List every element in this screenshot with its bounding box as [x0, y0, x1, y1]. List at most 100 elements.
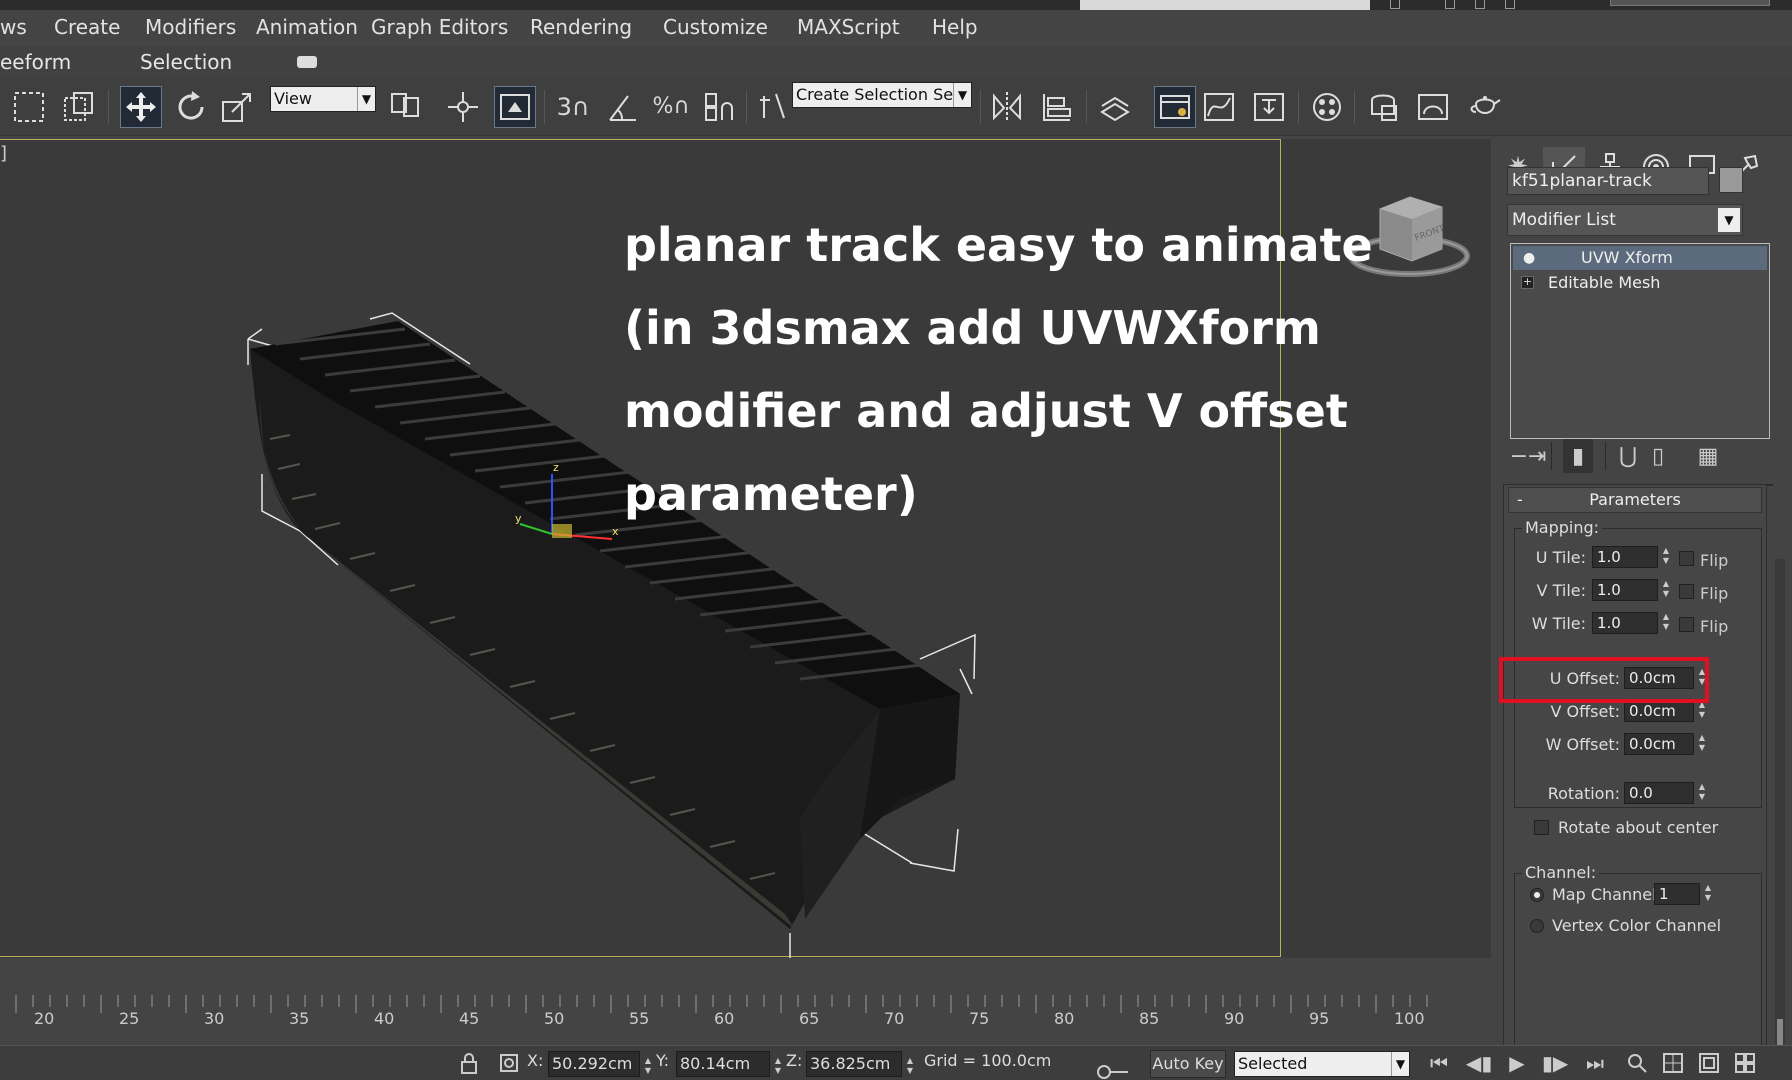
percent-snap-icon[interactable]: %∩: [650, 86, 692, 128]
search-field[interactable]: [1080, 0, 1370, 10]
object-color-swatch[interactable]: [1719, 167, 1743, 193]
spinner-snap-icon[interactable]: [698, 86, 740, 128]
y-spinner-arrows[interactable]: ▲ ▼: [772, 1056, 784, 1080]
binoculars-icon[interactable]: [1390, 0, 1400, 9]
material-editor-icon[interactable]: [1306, 86, 1348, 128]
render-frame-icon[interactable]: [1412, 86, 1454, 128]
render-setup-icon[interactable]: [1362, 86, 1404, 128]
menu-item-customize[interactable]: Customize: [663, 15, 768, 39]
absolute-mode-icon[interactable]: [496, 1050, 522, 1076]
menu-item-create[interactable]: Create: [54, 15, 120, 39]
snaps-3d-icon[interactable]: 3∩: [552, 86, 594, 128]
schematic-view-icon[interactable]: [1248, 86, 1290, 128]
pivot-center-icon[interactable]: [384, 86, 426, 128]
v-offset-spinner[interactable]: 0.0cm: [1624, 700, 1694, 722]
workspace-box[interactable]: [1610, 0, 1770, 6]
ribbon-toggle-button[interactable]: [297, 56, 317, 68]
parameters-rollout-header[interactable]: - Parameters: [1508, 487, 1762, 513]
menu-item-help[interactable]: Help: [932, 15, 978, 39]
key-filter-dropdown[interactable]: Selected ▼: [1234, 1051, 1410, 1077]
u-flip-checkbox[interactable]: [1679, 551, 1694, 566]
zoom-icon[interactable]: [1624, 1050, 1650, 1076]
go-to-start-icon[interactable]: ⏮: [1426, 1050, 1452, 1076]
v-flip-checkbox[interactable]: [1679, 584, 1694, 599]
menu-item-modifiers[interactable]: Modifiers: [145, 15, 236, 39]
map-channel-radio[interactable]: [1530, 888, 1544, 902]
make-unique-icon[interactable]: ⋃: [1613, 439, 1643, 473]
w-flip-checkbox[interactable]: [1679, 617, 1694, 632]
tab-selection[interactable]: Selection: [140, 50, 232, 74]
lock-icon[interactable]: [456, 1050, 482, 1076]
select-region-icon[interactable]: [8, 86, 50, 128]
named-selection-dropdown[interactable]: Create Selection Se ▼: [792, 82, 972, 108]
w-tile-spinner-arrows[interactable]: ▲ ▼: [1660, 612, 1672, 634]
object-name-field[interactable]: kf51planar-track: [1507, 167, 1709, 195]
x-spinner-arrows[interactable]: ▲ ▼: [642, 1056, 654, 1080]
w-offset-spinner-arrows[interactable]: ▲ ▼: [1696, 733, 1708, 755]
configure-modifier-sets-icon[interactable]: ▦: [1693, 439, 1723, 473]
rotation-spinner[interactable]: 0.0: [1624, 782, 1694, 804]
remove-modifier-icon[interactable]: ▯: [1643, 439, 1673, 473]
v-tile-spinner[interactable]: 1.0: [1592, 579, 1658, 601]
modifier-list-dropdown[interactable]: Modifier List ▼: [1507, 204, 1743, 236]
set-key-icon[interactable]: [1090, 1054, 1130, 1080]
menu-item-graph-editors[interactable]: Graph Editors: [371, 15, 508, 39]
rotate-icon[interactable]: [170, 86, 212, 128]
u-tile-spinner[interactable]: 1.0: [1592, 546, 1658, 568]
layer-explorer-icon[interactable]: [1094, 86, 1136, 128]
play-icon[interactable]: ▶: [1504, 1050, 1530, 1076]
auto-key-button[interactable]: Auto Key: [1150, 1050, 1226, 1078]
y-coord-field[interactable]: 80.14cm: [676, 1051, 770, 1077]
pin-stack-icon[interactable]: −⇥: [1510, 439, 1547, 473]
menu-item-maxscript[interactable]: MAXScript: [797, 15, 900, 39]
v-tile-spinner-arrows[interactable]: ▲ ▼: [1660, 579, 1672, 601]
rotation-spinner-arrows[interactable]: ▲ ▼: [1696, 782, 1708, 804]
window-crossing-icon[interactable]: [58, 86, 100, 128]
perspective-viewport[interactable]: ] z y x FRONT planar track easy to anima…: [0, 139, 1491, 958]
next-frame-icon[interactable]: ▮▶: [1542, 1050, 1568, 1076]
angle-snap-icon[interactable]: [602, 86, 644, 128]
move-icon[interactable]: [120, 86, 162, 128]
previous-frame-icon[interactable]: ◀▮: [1466, 1050, 1492, 1076]
map-channel-spinner[interactable]: 1: [1654, 883, 1700, 905]
command-panel-scrollbar[interactable]: [1775, 559, 1785, 1059]
scale-icon[interactable]: [216, 86, 258, 128]
z-coord-field[interactable]: 36.825cm: [806, 1051, 902, 1077]
stack-item-uvw-xform[interactable]: ● UVW Xform: [1513, 246, 1767, 270]
edit-named-selection-icon[interactable]: [752, 86, 794, 128]
v-offset-spinner-arrows[interactable]: ▲ ▼: [1696, 700, 1708, 722]
menu-item-ws[interactable]: ws: [0, 15, 27, 39]
reference-coord-dropdown[interactable]: View ▼: [270, 86, 376, 112]
vertex-color-radio[interactable]: [1530, 919, 1544, 933]
mirror-icon[interactable]: [986, 86, 1028, 128]
help-icon[interactable]: [1505, 0, 1515, 9]
show-end-result-icon[interactable]: ▮: [1563, 439, 1593, 473]
zoom-all-icon[interactable]: [1696, 1050, 1722, 1076]
menu-item-rendering[interactable]: Rendering: [530, 15, 632, 39]
scene-explorer-icon[interactable]: [1154, 86, 1196, 128]
map-channel-spinner-arrows[interactable]: ▲ ▼: [1702, 883, 1714, 905]
render-teapot-icon[interactable]: [1464, 86, 1506, 128]
go-to-end-icon[interactable]: ⏭: [1582, 1050, 1608, 1076]
w-tile-spinner[interactable]: 1.0: [1592, 612, 1658, 634]
z-spinner-arrows[interactable]: ▲ ▼: [904, 1056, 916, 1080]
tab-freeform[interactable]: eeform: [0, 50, 71, 74]
annotation-line-3: modifier and adjust V offset: [624, 384, 1348, 438]
u-tile-spinner-arrows[interactable]: ▲ ▼: [1660, 546, 1672, 568]
align-icon[interactable]: [1036, 86, 1078, 128]
share-icon[interactable]: [1445, 0, 1455, 9]
stack-item-editable-mesh[interactable]: + Editable Mesh: [1513, 271, 1767, 295]
maximize-viewport-icon[interactable]: [1732, 1050, 1758, 1076]
rotate-about-center-checkbox[interactable]: [1534, 820, 1549, 835]
curve-editor-icon[interactable]: [1198, 86, 1240, 128]
select-manipulate-icon[interactable]: [442, 86, 484, 128]
menu-item-animation[interactable]: Animation: [256, 15, 358, 39]
expand-icon[interactable]: +: [1521, 276, 1534, 289]
w-offset-spinner[interactable]: 0.0cm: [1624, 733, 1694, 755]
zoom-extents-icon[interactable]: [1660, 1050, 1686, 1076]
star-icon[interactable]: [1475, 0, 1485, 9]
x-coord-field[interactable]: 50.292cm: [548, 1051, 640, 1077]
lightbulb-icon[interactable]: ●: [1523, 246, 1535, 270]
keyboard-shortcut-icon[interactable]: [494, 86, 536, 128]
timeline-ruler[interactable]: 20 25 30 35 40 45 50 55 60 65 70 75 80 85 90 95 100: [0, 983, 1491, 1039]
